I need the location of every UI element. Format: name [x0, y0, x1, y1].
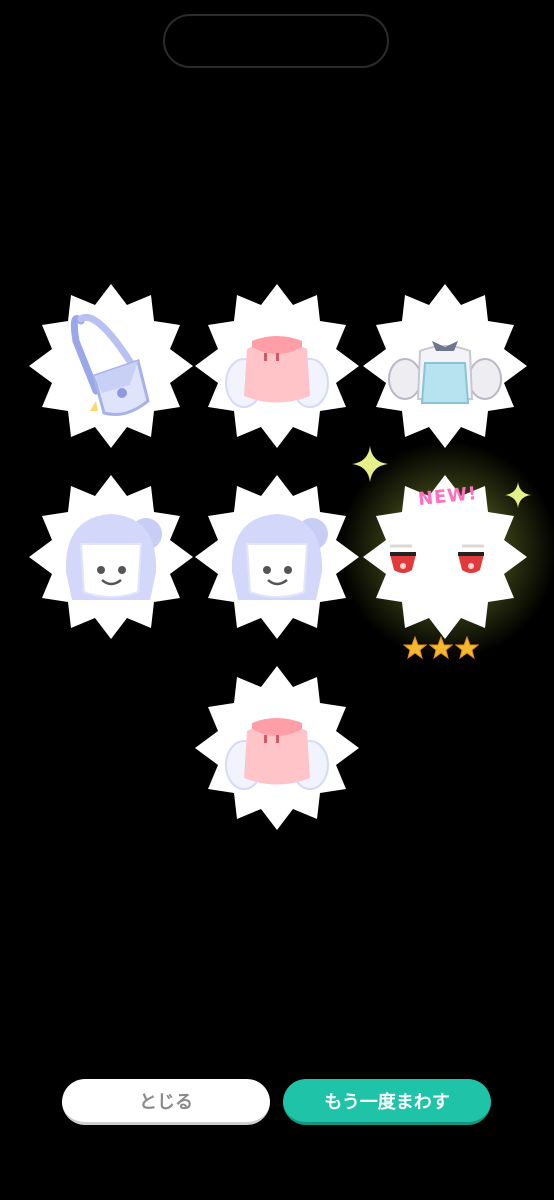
star-icon	[455, 636, 479, 660]
overalls-outfit-icon	[388, 341, 502, 404]
sparkle-icon	[352, 446, 388, 482]
close-button[interactable]: とじる	[62, 1079, 270, 1125]
shoulder-bag-icon	[70, 314, 150, 416]
pink-top-icon	[225, 718, 329, 790]
reward-slot-7[interactable]	[192, 663, 362, 833]
sparkle-icon	[505, 482, 531, 508]
status-island	[163, 14, 389, 68]
reward-slot-3[interactable]	[360, 281, 530, 451]
star-icon	[429, 636, 453, 660]
reward-slot-5[interactable]	[192, 472, 362, 642]
spin-again-button[interactable]: もう一度まわす	[283, 1079, 491, 1125]
reward-slot-1[interactable]	[26, 281, 196, 451]
bun-hairstyle-icon	[231, 514, 328, 600]
bun-hairstyle-icon	[65, 514, 162, 600]
pink-top-icon	[225, 336, 329, 408]
reward-slot-2[interactable]	[192, 281, 362, 451]
reward-slot-4[interactable]	[26, 472, 196, 642]
star-icon	[403, 636, 427, 660]
rarity-stars	[403, 636, 479, 660]
